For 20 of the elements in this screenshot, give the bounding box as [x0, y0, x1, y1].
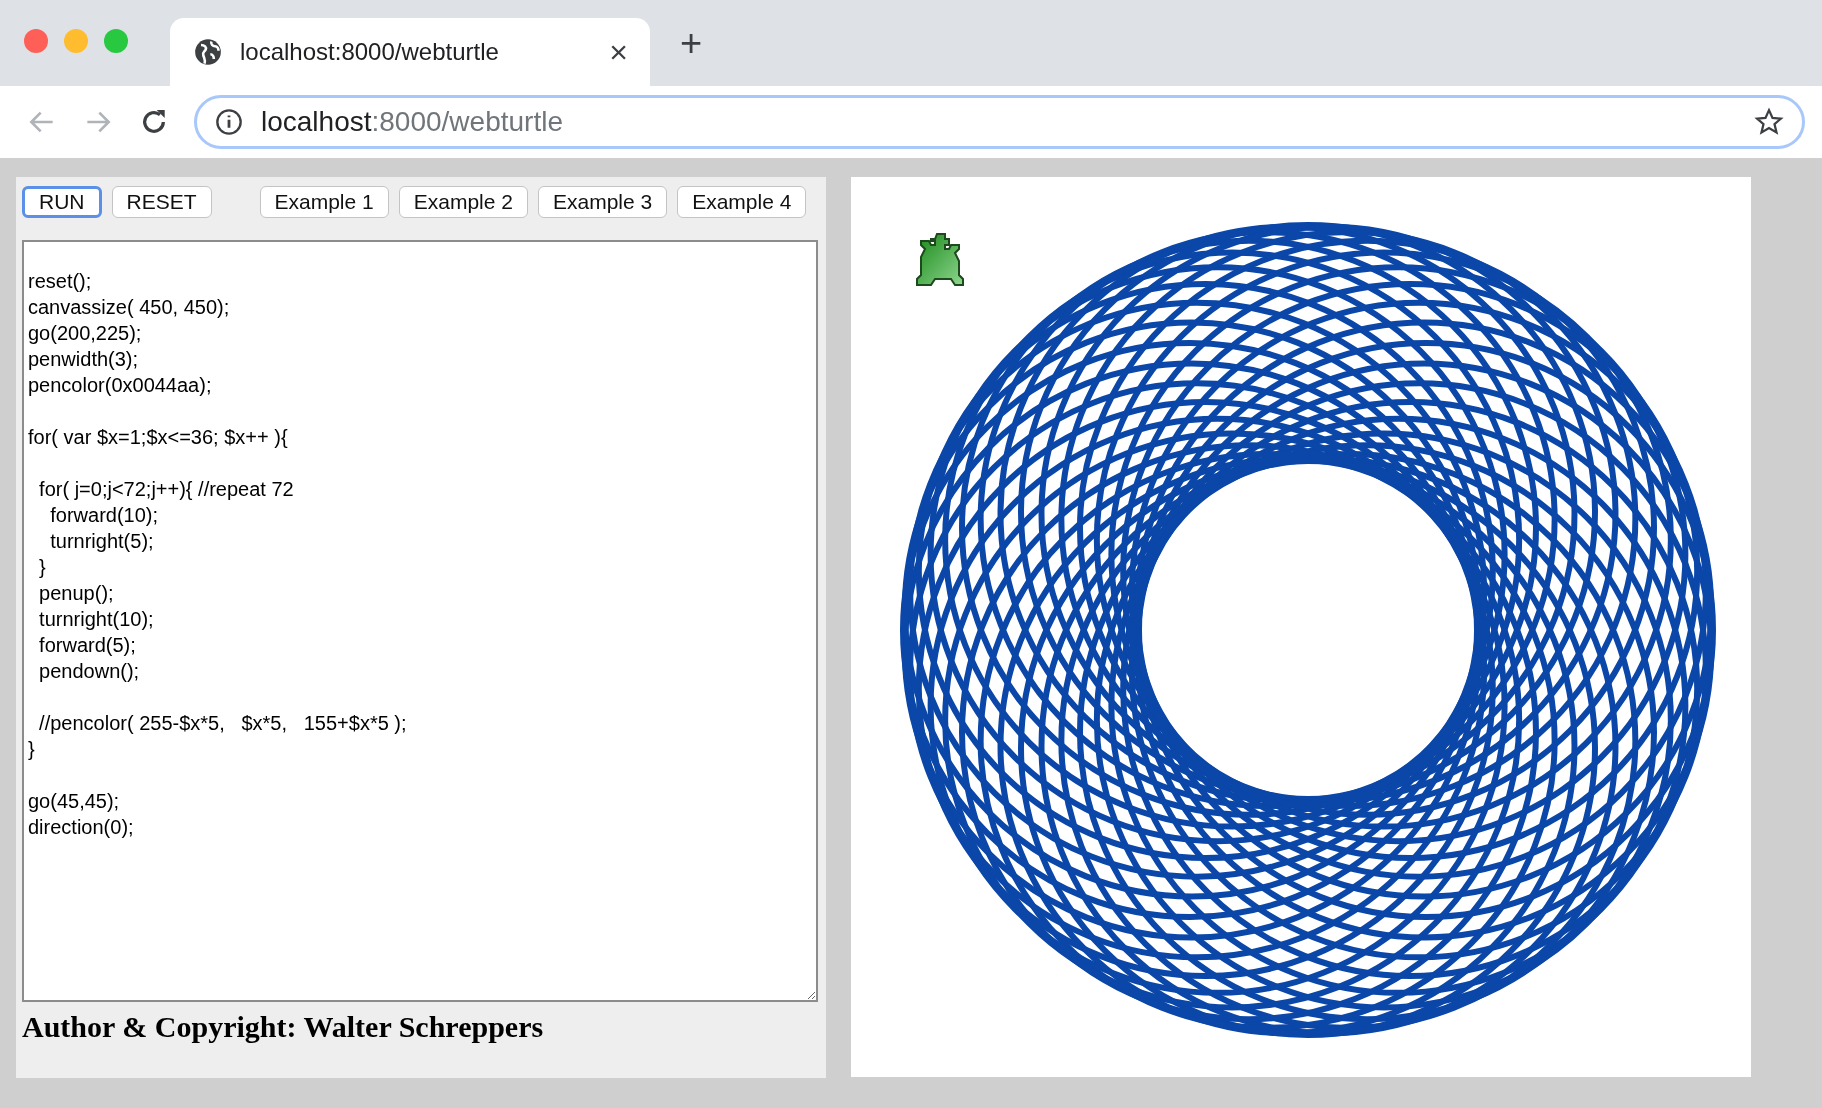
globe-icon — [194, 38, 222, 66]
tab-close-button[interactable]: × — [609, 33, 628, 71]
toolbar-button[interactable]: RESET — [111, 186, 212, 218]
new-tab-button[interactable]: + — [680, 21, 703, 65]
code-editor[interactable]: reset(); canvassize( 450, 450); go(200,225); penwidth(3); pencolor(0x0044aa); for( var $x=1;$x<=36; $x++ ){ for( j=0;j<72;j++){ //repeat 72 forward(10); turnright(5); } penup(); turnright(10); forward(5); pendown(); //pencolor( 255-$x*5, $x*5, 155+$x*5 ); } go(45,45); direction(0); — [22, 240, 818, 1002]
minimize-window-icon[interactable] — [64, 29, 88, 53]
toolbar-button[interactable]: Example 1 — [259, 186, 389, 218]
tab-title: localhost:8000/webturtle — [240, 38, 500, 66]
info-icon[interactable] — [215, 108, 243, 136]
toolbar-button[interactable]: RUN — [22, 186, 102, 218]
toolbar-button[interactable]: Example 3 — [537, 186, 668, 218]
url-text: localhost:8000/webturtle — [261, 106, 564, 138]
close-window-icon[interactable] — [24, 29, 48, 53]
maximize-window-icon[interactable] — [104, 29, 128, 53]
star-icon[interactable] — [1754, 107, 1784, 137]
toolbar-button[interactable]: Example 4 — [677, 186, 807, 218]
author-credit: Author & Copyright: Walter Schreppers — [22, 1010, 545, 1044]
browser-tab[interactable]: localhost:8000/webturtle × — [170, 18, 650, 86]
address-bar[interactable]: localhost:8000/webturtle — [194, 95, 1805, 149]
toolbar-button[interactable]: Example 2 — [398, 186, 528, 218]
